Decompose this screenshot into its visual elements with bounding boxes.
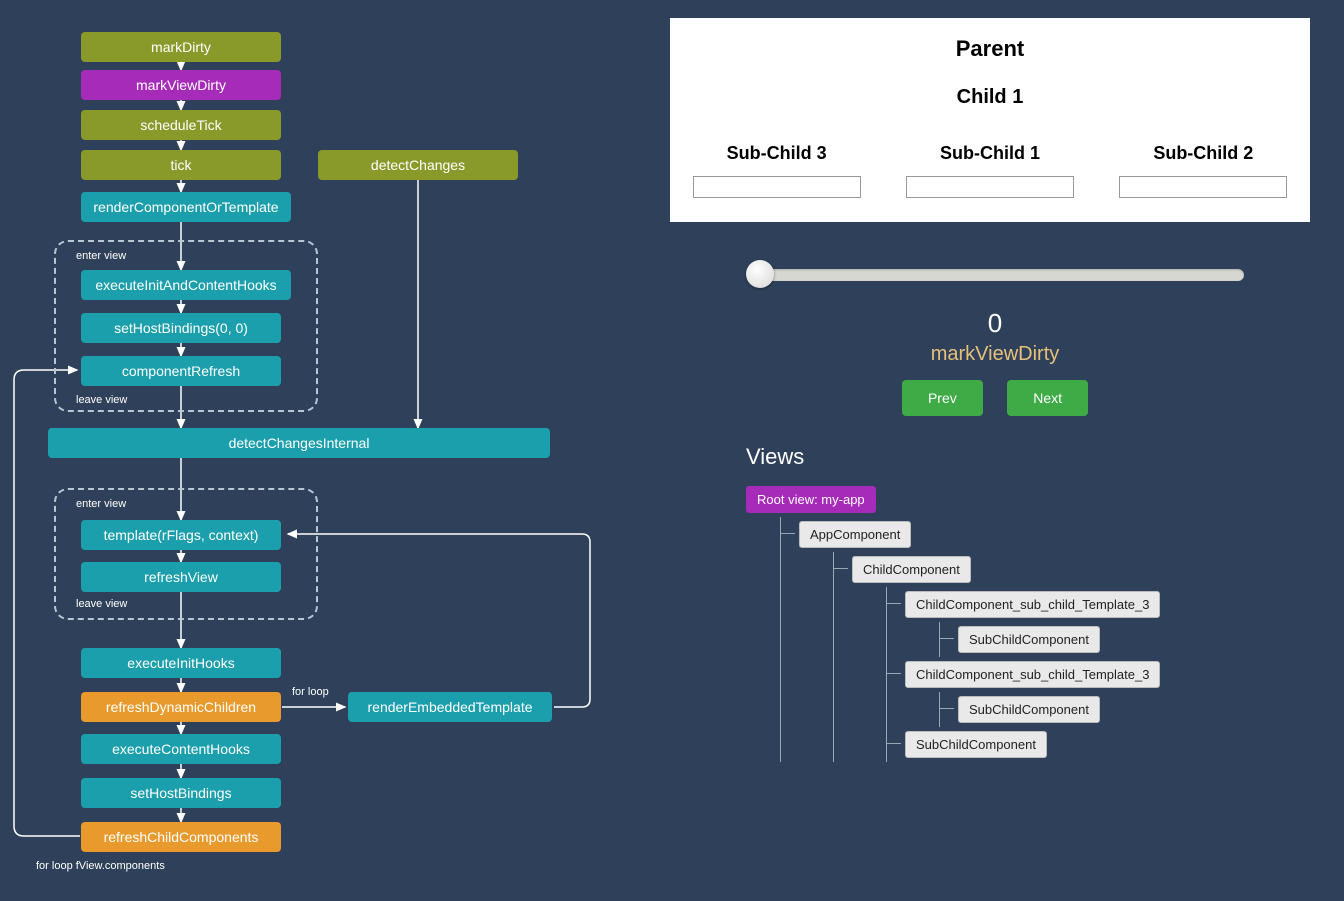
component-card: Parent Child 1 Sub-Child 3 Sub-Child 1 S…	[670, 18, 1310, 222]
node-markViewDirty: markViewDirty	[81, 70, 281, 100]
subchild-1-input[interactable]	[906, 176, 1074, 198]
label: refreshChildComponents	[104, 829, 259, 845]
subchild-2: Sub-Child 2	[1119, 143, 1287, 198]
step-number: 0	[670, 308, 1320, 339]
label: refreshView	[144, 569, 218, 585]
label: markDirty	[151, 39, 211, 55]
tree-tpl3a-label[interactable]: ChildComponent_sub_child_Template_3	[905, 591, 1160, 618]
tree-tpl3b-label[interactable]: ChildComponent_sub_child_Template_3	[905, 661, 1160, 688]
subchild-2-input[interactable]	[1119, 176, 1287, 198]
node-template: template(rFlags, context)	[81, 520, 281, 550]
node-componentRefresh: componentRefresh	[81, 356, 281, 386]
node-detectChangesInternal: detectChangesInternal	[48, 428, 550, 458]
label: tick	[171, 157, 192, 173]
label: scheduleTick	[140, 117, 221, 133]
tree-app-label[interactable]: AppComponent	[799, 521, 911, 548]
subchild-2-title: Sub-Child 2	[1119, 143, 1287, 164]
label: detectChangesInternal	[229, 435, 370, 451]
label: renderEmbeddedTemplate	[368, 699, 533, 715]
views-tree: Root view: my-app AppComponent ChildComp…	[746, 482, 1320, 762]
node-executeInitHooks: executeInitHooks	[81, 648, 281, 678]
subchild-1: Sub-Child 1	[906, 143, 1074, 198]
node-executeInitAndContentHooks: executeInitAndContentHooks	[81, 270, 291, 300]
child1-title: Child 1	[670, 86, 1310, 109]
label: renderComponentOrTemplate	[93, 199, 278, 215]
label: executeInitHooks	[127, 655, 234, 671]
subchild-3-title: Sub-Child 3	[693, 143, 861, 164]
label-leave-view-2: leave view	[76, 598, 127, 610]
tree-subB: SubChildComponent	[940, 692, 1320, 727]
tree-app: AppComponent ChildComponent ChildCompone…	[781, 517, 1320, 762]
tree-tpl3b: ChildComponent_sub_child_Template_3 SubC…	[887, 657, 1320, 727]
tree-subC-label[interactable]: SubChildComponent	[905, 731, 1047, 758]
node-refreshView: refreshView	[81, 562, 281, 592]
label: refreshDynamicChildren	[106, 699, 256, 715]
flowchart: markDirty markViewDirty scheduleTick tic…	[0, 0, 670, 901]
node-scheduleTick: scheduleTick	[81, 110, 281, 140]
slider-track	[760, 269, 1244, 281]
label-enter-view-2: enter view	[76, 498, 126, 510]
tree-subA-label[interactable]: SubChildComponent	[958, 626, 1100, 653]
node-refreshChildComponents: refreshChildComponents	[81, 822, 281, 852]
node-renderComponentOrTemplate: renderComponentOrTemplate	[81, 192, 291, 222]
views-title: Views	[746, 444, 1320, 470]
subchild-row: Sub-Child 3 Sub-Child 1 Sub-Child 2	[670, 143, 1310, 198]
button-row: Prev Next	[670, 380, 1320, 416]
label-enter-view-1: enter view	[76, 250, 126, 262]
node-setHostBindings: setHostBindings	[81, 778, 281, 808]
tree-child: ChildComponent ChildComponent_sub_child_…	[834, 552, 1320, 762]
label-for-loop-components: for loop fView.components	[36, 860, 165, 872]
node-detectChanges: detectChanges	[318, 150, 518, 180]
label: markViewDirty	[136, 77, 226, 93]
tree-subC: SubChildComponent	[887, 727, 1320, 762]
tree-tpl3a: ChildComponent_sub_child_Template_3 SubC…	[887, 587, 1320, 657]
tree-root-label[interactable]: Root view: my-app	[746, 486, 876, 513]
label: setHostBindings(0, 0)	[114, 320, 248, 336]
subchild-1-title: Sub-Child 1	[906, 143, 1074, 164]
node-executeContentHooks: executeContentHooks	[81, 734, 281, 764]
label: setHostBindings	[130, 785, 231, 801]
node-tick: tick	[81, 150, 281, 180]
right-panel: Parent Child 1 Sub-Child 3 Sub-Child 1 S…	[670, 18, 1320, 762]
label: template(rFlags, context)	[104, 527, 259, 543]
subchild-3-input[interactable]	[693, 176, 861, 198]
tree-child-label[interactable]: ChildComponent	[852, 556, 971, 583]
step-slider[interactable]	[746, 260, 1244, 288]
label: executeContentHooks	[112, 741, 250, 757]
label: detectChanges	[371, 157, 465, 173]
parent-title: Parent	[670, 36, 1310, 62]
node-markDirty: markDirty	[81, 32, 281, 62]
label: executeInitAndContentHooks	[95, 277, 276, 293]
node-refreshDynamicChildren: refreshDynamicChildren	[81, 692, 281, 722]
step-name: markViewDirty	[670, 343, 1320, 366]
slider-thumb[interactable]	[746, 260, 774, 288]
tree-subB-label[interactable]: SubChildComponent	[958, 696, 1100, 723]
next-button[interactable]: Next	[1007, 380, 1088, 416]
label: componentRefresh	[122, 363, 240, 379]
label-for-loop: for loop	[292, 686, 329, 698]
label-leave-view-1: leave view	[76, 394, 127, 406]
tree-subA: SubChildComponent	[940, 622, 1320, 657]
prev-button[interactable]: Prev	[902, 380, 983, 416]
node-setHostBindings00: setHostBindings(0, 0)	[81, 313, 281, 343]
tree-root: Root view: my-app AppComponent ChildComp…	[746, 482, 1320, 762]
node-renderEmbeddedTemplate: renderEmbeddedTemplate	[348, 692, 552, 722]
subchild-3: Sub-Child 3	[693, 143, 861, 198]
